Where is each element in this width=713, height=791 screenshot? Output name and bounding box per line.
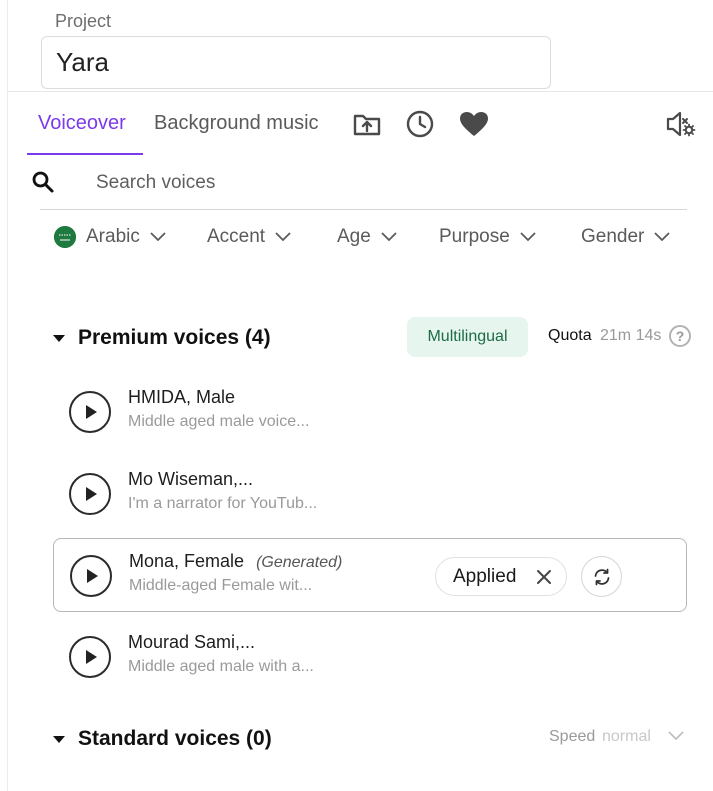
speed-value[interactable]: normal xyxy=(602,728,651,746)
chevron-down-icon xyxy=(381,232,397,242)
applied-pill: Applied xyxy=(435,557,567,596)
caret-down-icon xyxy=(53,334,65,342)
history-clock-icon[interactable] xyxy=(405,109,435,139)
purpose-filter-dropdown[interactable]: Purpose xyxy=(439,226,536,248)
remove-close-icon[interactable] xyxy=(534,567,554,587)
voice-name: HMIDA, Male xyxy=(128,387,236,407)
gender-filter-label: Gender xyxy=(581,226,645,247)
voice-name-text: Mona, Female xyxy=(129,551,245,571)
chevron-down-icon xyxy=(150,232,166,242)
play-button[interactable] xyxy=(70,555,112,597)
voice-name: Mo Wiseman,... xyxy=(128,469,254,489)
applied-label: Applied xyxy=(453,565,517,587)
section-divider xyxy=(8,91,713,92)
age-filter-dropdown[interactable]: Age xyxy=(337,226,397,248)
premium-voices-toggle[interactable]: Premium voices (4) xyxy=(53,326,271,350)
purpose-filter-label: Purpose xyxy=(439,226,510,247)
play-button[interactable] xyxy=(69,391,111,433)
search-input[interactable] xyxy=(84,166,687,200)
play-button[interactable] xyxy=(69,473,111,515)
upload-folder-icon[interactable] xyxy=(352,109,382,139)
voice-settings-icon[interactable] xyxy=(666,109,696,139)
play-icon xyxy=(86,487,97,501)
voice-description: Middle aged male voice... xyxy=(128,413,310,430)
refresh-icon xyxy=(594,568,609,585)
accent-filter-label: Accent xyxy=(207,226,266,247)
voice-name: Mourad Sami,... xyxy=(128,632,256,652)
multilingual-badge: Multilingual xyxy=(407,317,528,357)
accent-filter-dropdown[interactable]: Accent xyxy=(207,226,291,248)
language-filter-dropdown[interactable]: Arabic xyxy=(54,226,166,248)
tab-voiceover[interactable]: Voiceover xyxy=(38,112,126,135)
premium-voices-title: Premium voices (4) xyxy=(78,326,271,349)
regenerate-button[interactable] xyxy=(581,556,622,597)
standard-voices-title: Standard voices (0) xyxy=(78,727,272,750)
left-divider xyxy=(7,0,8,791)
project-name-input[interactable] xyxy=(41,36,551,89)
chevron-down-icon xyxy=(654,232,671,242)
gender-filter-dropdown[interactable]: Gender xyxy=(581,226,671,248)
voice-row[interactable]: Mo Wiseman,... I'm a narrator for YouTub… xyxy=(53,457,687,531)
quota-value: 21m 14s xyxy=(600,327,662,344)
caret-down-icon xyxy=(53,735,65,743)
voice-row[interactable]: HMIDA, Male Middle aged male voice... xyxy=(53,375,687,449)
chevron-down-icon xyxy=(520,232,536,242)
play-button[interactable] xyxy=(69,636,111,678)
chevron-down-icon[interactable] xyxy=(668,731,684,741)
generated-tag: (Generated) xyxy=(256,554,343,571)
search-divider xyxy=(40,209,687,210)
age-filter-label: Age xyxy=(337,226,371,247)
help-icon[interactable]: ? xyxy=(669,325,691,347)
play-icon xyxy=(86,405,97,419)
voice-row-selected[interactable]: Mona, Female (Generated) Middle-aged Fema… xyxy=(53,538,687,612)
saudi-flag-icon xyxy=(54,226,76,248)
voice-description: I'm a narrator for YouTub... xyxy=(128,495,318,512)
active-tab-indicator xyxy=(27,153,143,155)
voice-description: Middle-aged Female wit... xyxy=(129,577,313,594)
search-icon xyxy=(31,170,55,194)
favorites-heart-icon[interactable] xyxy=(459,109,489,139)
voice-row[interactable]: Mourad Sami,... Middle aged male with a.… xyxy=(53,620,687,694)
chevron-down-icon xyxy=(275,232,291,242)
standard-voices-toggle[interactable]: Standard voices (0) xyxy=(53,727,272,751)
quota-label: Quota xyxy=(548,327,592,344)
speed-label: Speed xyxy=(549,728,596,745)
voice-description: Middle aged male with a... xyxy=(128,658,314,675)
play-icon xyxy=(87,569,98,583)
play-icon xyxy=(86,650,97,664)
tab-background-music[interactable]: Background music xyxy=(154,112,319,135)
language-filter-label: Arabic xyxy=(86,226,140,247)
voice-name: Mona, Female (Generated) xyxy=(129,551,342,572)
project-label: Project xyxy=(55,11,112,31)
